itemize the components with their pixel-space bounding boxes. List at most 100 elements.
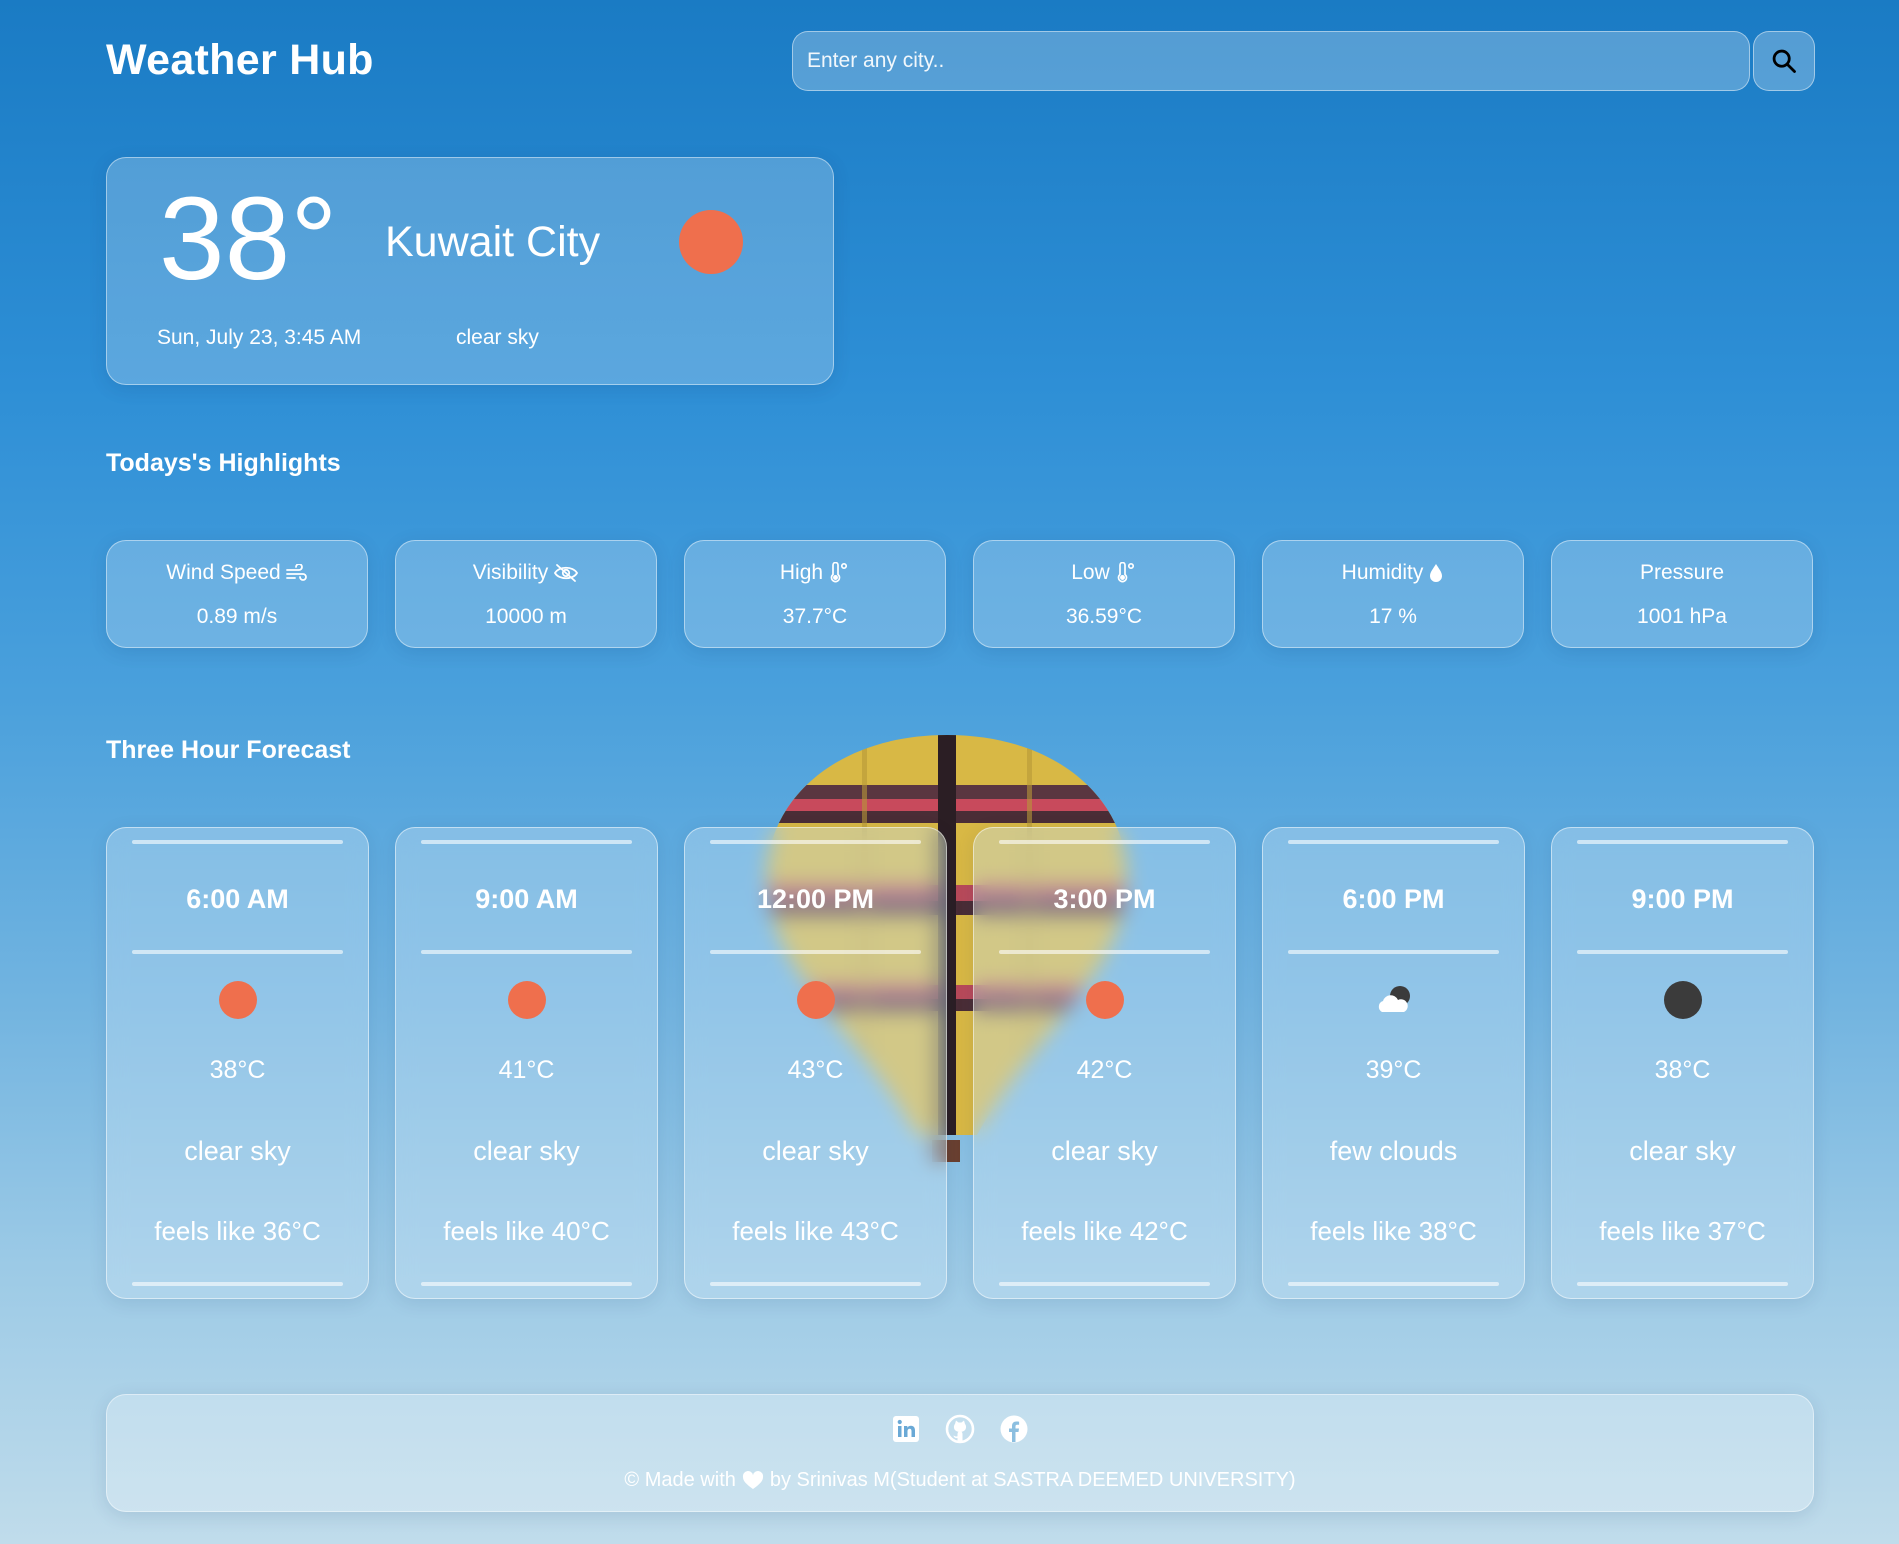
highlight-low: Low 36.59°C xyxy=(973,540,1235,648)
forecast-time: 3:00 PM xyxy=(1053,884,1156,914)
forecast-card: 9:00 PM 38°C clear sky feels like 37°C xyxy=(1551,827,1814,1299)
forecast-feels-like: feels like 37°C xyxy=(1599,1216,1766,1246)
sun-icon xyxy=(797,981,835,1019)
divider xyxy=(1577,840,1788,844)
divider xyxy=(1288,840,1499,844)
forecast-feels-like: feels like 42°C xyxy=(1021,1216,1188,1246)
search-button[interactable] xyxy=(1753,31,1815,91)
current-temperature: 38° xyxy=(159,173,338,305)
highlight-wind-speed: Wind Speed 0.89 m/s xyxy=(106,540,368,648)
thermometer-icon xyxy=(830,562,848,583)
divider xyxy=(999,840,1210,844)
footer: © Made with by Srinivas M(Student at SAS… xyxy=(106,1394,1814,1512)
forecast-description: few clouds xyxy=(1329,1136,1458,1166)
highlight-label: Visibility xyxy=(396,561,656,585)
forecast-temp: 42°C xyxy=(1076,1056,1133,1084)
footer-credit: © Made with by Srinivas M(Student at SAS… xyxy=(107,1469,1813,1492)
forecast-time: 9:00 AM xyxy=(475,884,578,914)
forecast-temp: 38°C xyxy=(209,1056,266,1084)
divider xyxy=(710,840,921,844)
forecast-description: clear sky xyxy=(473,1136,580,1166)
linkedin-link[interactable] xyxy=(890,1413,922,1445)
forecast-card: 6:00 AM 38°C clear sky feels like 36°C xyxy=(106,827,369,1299)
divider xyxy=(710,1282,921,1286)
highlight-label: Pressure xyxy=(1639,561,1725,584)
highlight-value: 10000 m xyxy=(485,605,567,628)
linkedin-icon xyxy=(893,1416,919,1442)
facebook-icon xyxy=(1000,1415,1028,1443)
forecast-time: 12:00 PM xyxy=(756,884,875,914)
highlights-heading: Todays's Highlights xyxy=(106,449,341,477)
forecast-description: clear sky xyxy=(184,1136,291,1166)
divider xyxy=(1577,1282,1788,1286)
credit-prefix: © Made with xyxy=(624,1469,736,1491)
sun-icon xyxy=(219,981,257,1019)
sun-icon xyxy=(508,981,546,1019)
highlight-value: 36.59°C xyxy=(1065,605,1143,628)
sun-icon xyxy=(1086,981,1124,1019)
forecast-card: 3:00 PM 42°C clear sky feels like 42°C xyxy=(973,827,1236,1299)
eye-slash-icon xyxy=(554,564,579,582)
forecast-time: 6:00 AM xyxy=(186,884,289,914)
divider xyxy=(132,840,343,844)
divider xyxy=(421,1282,632,1286)
forecast-feels-like: feels like 40°C xyxy=(443,1216,610,1246)
forecast-feels-like: feels like 38°C xyxy=(1310,1216,1477,1246)
forecast-description: clear sky xyxy=(762,1136,869,1166)
droplet-icon xyxy=(1430,564,1443,582)
highlight-label: Low xyxy=(974,561,1234,585)
forecast-temp: 41°C xyxy=(498,1056,555,1084)
highlight-humidity: Humidity 17 % xyxy=(1262,540,1524,648)
highlight-value: 17 % xyxy=(1369,605,1417,628)
divider xyxy=(999,1282,1210,1286)
divider xyxy=(1288,950,1499,954)
cloud-moon-icon xyxy=(1378,986,1410,1012)
highlight-visibility: Visibility 10000 m xyxy=(395,540,657,648)
current-description: clear sky xyxy=(456,326,539,349)
forecast-card: 12:00 PM 43°C clear sky feels like 43°C xyxy=(684,827,947,1299)
highlight-value: 37.7°C xyxy=(782,605,848,628)
app-title: Weather Hub xyxy=(106,36,374,84)
social-links xyxy=(107,1413,1813,1445)
forecast-time: 9:00 PM xyxy=(1631,884,1734,914)
wind-icon xyxy=(285,564,307,581)
highlight-value: 1001 hPa xyxy=(1637,605,1727,628)
current-datetime: Sun, July 23, 3:45 AM xyxy=(157,326,362,349)
highlight-pressure: Pressure 1001 hPa xyxy=(1551,540,1813,648)
forecast-description: clear sky xyxy=(1629,1136,1736,1166)
facebook-link[interactable] xyxy=(998,1413,1030,1445)
divider xyxy=(1288,1282,1499,1286)
search-icon xyxy=(1772,49,1796,73)
github-icon xyxy=(945,1414,975,1444)
forecast-temp: 38°C xyxy=(1654,1056,1711,1084)
highlight-label: Humidity xyxy=(1263,561,1523,585)
city-search-input[interactable] xyxy=(792,31,1750,91)
divider xyxy=(999,950,1210,954)
divider xyxy=(132,1282,343,1286)
thermometer-icon xyxy=(1117,562,1134,583)
forecast-feels-like: feels like 43°C xyxy=(732,1216,899,1246)
divider xyxy=(421,950,632,954)
github-link[interactable] xyxy=(944,1413,976,1445)
divider xyxy=(421,840,632,844)
divider xyxy=(1577,950,1788,954)
current-city: Kuwait City xyxy=(385,218,601,266)
highlight-high: High 37.7°C xyxy=(684,540,946,648)
forecast-heading: Three Hour Forecast xyxy=(106,736,351,764)
divider xyxy=(132,950,343,954)
forecast-time: 6:00 PM xyxy=(1342,884,1445,914)
sun-icon xyxy=(679,210,743,274)
heart-icon xyxy=(742,1470,763,1489)
weather-page: Weather Hub 38° Kuwait City Sun, July 23… xyxy=(0,0,1899,1544)
forecast-feels-like: feels like 36°C xyxy=(154,1216,321,1246)
forecast-description: clear sky xyxy=(1051,1136,1158,1166)
forecast-card: 9:00 AM 41°C clear sky feels like 40°C xyxy=(395,827,658,1299)
highlight-label: Wind Speed xyxy=(107,561,367,585)
credit-suffix: by Srinivas M(Student at SASTRA DEEMED U… xyxy=(769,1469,1296,1491)
forecast-temp: 43°C xyxy=(787,1056,844,1084)
forecast-card: 6:00 PM 39°C few clouds feels like 38°C xyxy=(1262,827,1525,1299)
divider xyxy=(710,950,921,954)
moon-icon xyxy=(1664,981,1702,1019)
highlight-value: 0.89 m/s xyxy=(196,605,278,628)
highlight-label: High xyxy=(685,561,945,585)
